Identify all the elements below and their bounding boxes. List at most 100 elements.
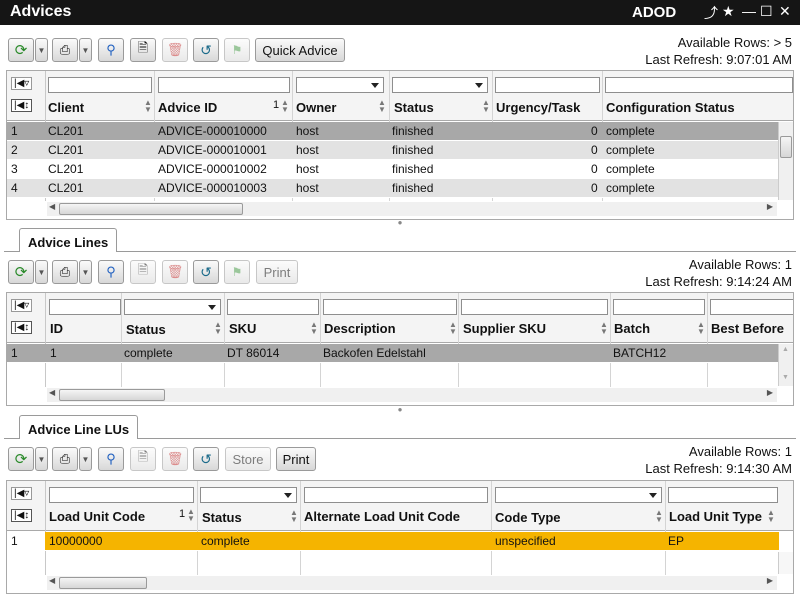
new-document-button[interactable]: 🗎 xyxy=(130,38,156,62)
history-button[interactable]: ↺ xyxy=(193,38,219,62)
search-button[interactable]: ⚲ xyxy=(98,260,124,284)
vertical-scrollbar[interactable]: ▲ ▼ xyxy=(778,344,793,386)
print-text-button[interactable]: Print xyxy=(276,447,316,471)
horizontal-scrollbar[interactable]: ◀ ▶ xyxy=(47,202,777,216)
filter-config-status[interactable] xyxy=(605,77,793,93)
col-advice-id[interactable]: Advice ID xyxy=(158,100,217,115)
sort-code-type-icon[interactable]: ▲ ▼ xyxy=(655,509,663,524)
scroll-thumb[interactable] xyxy=(59,577,147,589)
scroll-left-icon[interactable]: ◀ xyxy=(49,576,55,585)
filter-advice-id[interactable] xyxy=(158,77,290,93)
filter-best-before[interactable] xyxy=(710,299,793,315)
filter-lu-type[interactable] xyxy=(668,487,778,503)
print-button[interactable]: ⎙ xyxy=(52,260,78,284)
delete-button[interactable]: 🗑 xyxy=(162,447,188,471)
filter-supplier-sku[interactable] xyxy=(461,299,608,315)
refresh-button[interactable]: ⟳ xyxy=(8,260,34,284)
table-row[interactable]: 2 CL201 ADVICE-000010001 host finished 0… xyxy=(7,141,779,160)
col-lu-type[interactable]: Load Unit Type xyxy=(669,509,762,524)
col-status[interactable]: Status xyxy=(202,510,242,525)
table-row[interactable]: 3 CL201 ADVICE-000010002 host finished 0… xyxy=(7,160,779,179)
sort-owner-icon[interactable]: ▲ ▼ xyxy=(378,99,386,114)
store-button[interactable]: Store xyxy=(225,447,271,471)
sort-supplier-sku-icon[interactable]: ▲ ▼ xyxy=(600,321,608,336)
col-config-status[interactable]: Configuration Status xyxy=(606,100,735,115)
scroll-up-icon[interactable]: ▲ xyxy=(782,346,789,353)
filter-status[interactable] xyxy=(392,77,488,93)
sort-batch-icon[interactable]: ▲ ▼ xyxy=(697,321,705,336)
filter-alt-code[interactable] xyxy=(304,487,488,503)
star-icon[interactable]: ★ xyxy=(722,3,735,20)
sort-sku-icon[interactable]: ▲ ▼ xyxy=(310,321,318,336)
col-batch[interactable]: Batch xyxy=(614,321,650,336)
filter-description[interactable] xyxy=(323,299,457,315)
vertical-scrollbar[interactable] xyxy=(778,552,793,574)
sort-status-icon[interactable]: ▲ ▼ xyxy=(290,509,298,524)
sort-lu-type-icon[interactable]: ▲ ▼ xyxy=(767,509,775,524)
col-status[interactable]: Status xyxy=(394,100,434,115)
quick-advice-button[interactable]: Quick Advice xyxy=(255,38,345,62)
scroll-right-icon[interactable]: ▶ xyxy=(767,576,773,585)
print-button[interactable]: ⎙ xyxy=(52,447,78,471)
sort-lu-code-icon[interactable]: ▲ ▼ xyxy=(187,508,195,523)
horizontal-scrollbar[interactable]: ◀ ▶ xyxy=(47,576,777,590)
first-page-icon[interactable]: |◀↕ xyxy=(11,509,33,522)
delete-button[interactable]: 🗑 xyxy=(162,38,188,62)
filter-status[interactable] xyxy=(124,299,221,315)
filter-lu-code[interactable] xyxy=(49,487,194,503)
pin-icon[interactable]: ⤴ xyxy=(704,3,718,23)
filter-status[interactable] xyxy=(200,487,297,503)
mark-button[interactable]: ⚑ xyxy=(224,38,250,62)
print-text-button[interactable]: Print xyxy=(256,260,298,284)
refresh-button[interactable]: ⟳ xyxy=(8,447,34,471)
refresh-dropdown[interactable]: ▼ xyxy=(35,447,48,471)
print-dropdown[interactable]: ▼ xyxy=(79,260,92,284)
splitter[interactable]: ● xyxy=(0,219,800,227)
col-id[interactable]: ID xyxy=(50,321,63,336)
filter-urgency[interactable] xyxy=(495,77,600,93)
refresh-dropdown[interactable]: ▼ xyxy=(35,260,48,284)
maximize-icon[interactable]: ☐ xyxy=(760,3,773,20)
filter-toggle-icon[interactable]: |◀▿ xyxy=(11,487,33,500)
history-button[interactable]: ↺ xyxy=(193,447,219,471)
filter-code-type[interactable] xyxy=(495,487,662,503)
sort-status-icon[interactable]: ▲ ▼ xyxy=(482,99,490,114)
print-dropdown[interactable]: ▼ xyxy=(79,447,92,471)
scroll-right-icon[interactable]: ▶ xyxy=(767,202,773,211)
new-document-button[interactable]: 🗎 xyxy=(130,260,156,284)
scroll-left-icon[interactable]: ◀ xyxy=(49,388,55,397)
tab-advice-line-lus[interactable]: Advice Line LUs xyxy=(19,415,139,439)
search-button[interactable]: ⚲ xyxy=(98,447,124,471)
col-sku[interactable]: SKU xyxy=(229,321,256,336)
filter-client[interactable] xyxy=(48,77,152,93)
scroll-thumb[interactable] xyxy=(59,203,243,215)
col-supplier-sku[interactable]: Supplier SKU xyxy=(463,321,546,336)
col-alt-code[interactable]: Alternate Load Unit Code xyxy=(304,509,460,524)
filter-toggle-icon[interactable]: |◀▿ xyxy=(11,77,33,90)
print-button[interactable]: ⎙ xyxy=(52,38,78,62)
close-icon[interactable]: ✕ xyxy=(779,3,791,20)
mark-button[interactable]: ⚑ xyxy=(224,260,250,284)
filter-id[interactable] xyxy=(49,299,121,315)
table-row[interactable]: 1 1 complete DT 86014 Backofen Edelstahl… xyxy=(7,344,779,363)
scroll-thumb[interactable] xyxy=(780,136,792,158)
sort-advice-id-icon[interactable]: ▲ ▼ xyxy=(281,99,289,114)
refresh-button[interactable]: ⟳ xyxy=(8,38,34,62)
col-code-type[interactable]: Code Type xyxy=(495,510,561,525)
history-button[interactable]: ↺ xyxy=(193,260,219,284)
refresh-dropdown[interactable]: ▼ xyxy=(35,38,48,62)
scroll-thumb[interactable] xyxy=(59,389,165,401)
search-button[interactable]: ⚲ xyxy=(98,38,124,62)
sort-client-icon[interactable]: ▲ ▼ xyxy=(144,99,152,114)
filter-owner[interactable] xyxy=(296,77,384,93)
col-urgency[interactable]: Urgency/Task xyxy=(496,100,580,115)
print-dropdown[interactable]: ▼ xyxy=(79,38,92,62)
table-row[interactable]: 1 10000000 complete unspecified EP xyxy=(7,532,779,551)
col-owner[interactable]: Owner xyxy=(296,100,336,115)
table-row[interactable]: 4 CL201 ADVICE-000010003 host finished 0… xyxy=(7,179,779,198)
first-page-icon[interactable]: |◀↕ xyxy=(11,321,33,334)
col-client[interactable]: Client xyxy=(48,100,84,115)
tab-advice-lines[interactable]: Advice Lines xyxy=(19,228,118,252)
sort-description-icon[interactable]: ▲ ▼ xyxy=(449,321,457,336)
col-status[interactable]: Status xyxy=(126,322,166,337)
